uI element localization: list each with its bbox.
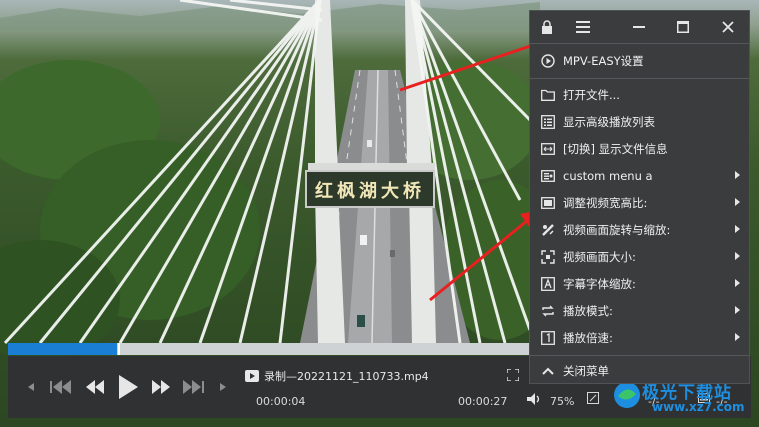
menu-item-list[interactable]: 显示高级播放列表 [530,108,749,135]
play-icon[interactable] [114,373,142,401]
seek-bar[interactable] [8,343,529,355]
volume-down-icon[interactable] [26,380,36,394]
submenu-arrow-icon [735,252,740,260]
rewind-icon[interactable] [82,378,108,396]
info-icon [541,142,555,156]
menu-item-resize[interactable]: 视频画面大小: [530,243,749,270]
chevron-up-icon [541,364,555,378]
maximize-icon[interactable] [668,11,698,43]
fast-forward-icon[interactable] [148,378,174,396]
menu-item-loop[interactable]: 播放模式: [530,297,749,324]
menu-item-rotate[interactable]: 视频画面旋转与缩放: [530,216,749,243]
context-menu: MPV-EASY设置 打开文件... 显示高级播放列表 [切换] 显示文件信息 cus… [529,10,750,384]
volume-up-icon[interactable] [218,380,228,394]
menu-item-settings[interactable]: MPV-EASY设置 [530,47,749,74]
submenu-arrow-icon [735,171,740,179]
menu-divider [530,78,749,79]
menu-divider [530,355,749,356]
menu-item-label: custom menu a [563,168,653,183]
time-total: 00:00:27 [458,395,508,408]
menu-item-aspect[interactable]: 调整视频宽高比: [530,189,749,216]
menu-item-label: 显示高级播放列表 [563,114,655,129]
menu-item-label: 关闭菜单 [563,363,609,378]
volume-level: 75% [550,395,575,408]
aspect-icon [541,196,555,210]
submenu-arrow-icon [735,279,740,287]
time-current: 00:00:04 [256,395,306,408]
menu-item-speed[interactable]: 播放倍速: [530,324,749,351]
menu-item-custom[interactable]: custom menu a [530,162,749,189]
fullscreen-icon[interactable] [506,368,520,382]
speed-icon [541,330,555,345]
menu-divider [530,43,749,44]
submenu-arrow-icon [735,198,740,206]
rotate-icon [541,223,555,237]
menu-item-folder[interactable]: 打开文件... [530,81,749,108]
skip-previous-icon[interactable] [48,378,74,396]
speaker-icon[interactable] [526,392,542,406]
submenu-arrow-icon [735,333,740,341]
menu-item-label: 视频画面旋转与缩放: [563,222,671,237]
menu-item-label: 播放模式: [563,303,613,318]
watermark-logo-icon [614,382,640,408]
submenu-arrow-icon [735,225,740,233]
minimize-icon[interactable] [624,11,654,43]
file-title-text: 录制—20221121_110733.mp4 [264,370,429,383]
bridge-sign-text: 红枫湖大桥 [315,181,425,202]
custom-icon [541,169,555,183]
close-icon[interactable] [713,11,743,43]
folder-icon [541,88,555,102]
submenu-arrow-icon [735,306,740,314]
menu-item-info[interactable]: [切换] 显示文件信息 [530,135,749,162]
menu-item-close[interactable]: 关闭菜单 [530,357,749,384]
hamburger-menu-icon[interactable] [568,11,598,43]
menu-item-label: 调整视频宽高比: [563,195,648,210]
menu-item-label: 视频画面大小: [563,249,636,264]
video-file-icon [245,370,259,382]
skip-next-icon[interactable] [180,378,206,396]
menu-item-font[interactable]: 字幕字体缩放: [530,270,749,297]
font-icon [541,276,555,291]
lock-icon[interactable] [532,11,562,43]
menu-toolbar [530,11,749,43]
watermark-url: www.xz7.com [652,400,745,414]
menu-item-label: [切换] 显示文件信息 [563,141,668,156]
resize-icon [541,249,555,264]
seek-bar-handle[interactable] [118,343,120,355]
snapshot-icon[interactable] [586,391,600,405]
seek-bar-fill [8,343,117,355]
file-title: 录制—20221121_110733.mp4 [245,368,429,384]
menu-item-label: 打开文件... [563,87,620,102]
menu-item-label: 播放倍速: [563,330,613,345]
loop-icon [541,304,555,318]
list-icon [541,114,555,129]
menu-item-label: 字幕字体缩放: [563,276,636,291]
menu-item-label: MPV-EASY设置 [563,53,644,68]
play-circle-icon [541,53,555,68]
